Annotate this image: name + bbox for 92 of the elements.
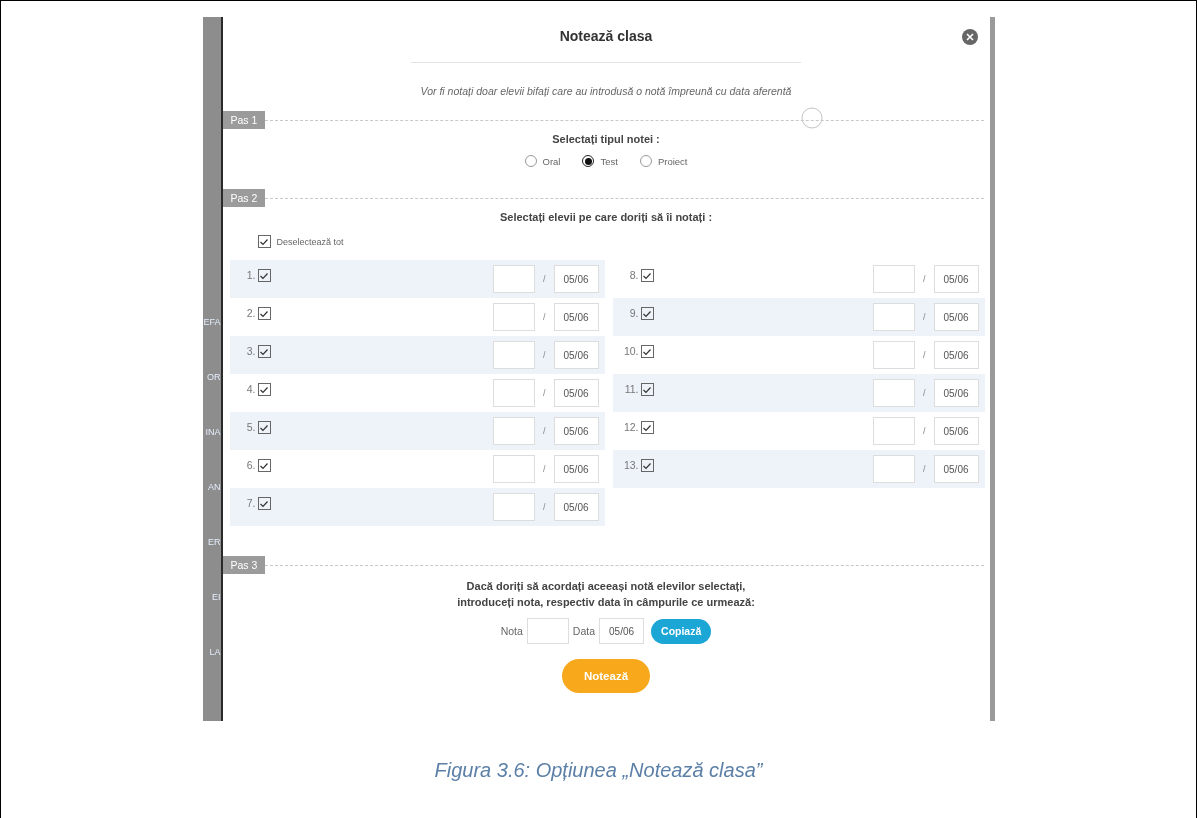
grade-field[interactable] [873,379,915,407]
grade-field[interactable] [873,341,915,369]
grade-field[interactable] [493,417,535,445]
student-number: 3. [245,345,256,357]
checkbox[interactable] [257,421,271,434]
student-number: 9. [628,307,639,319]
checkbox[interactable] [640,421,654,434]
info-text: Vor fi notați doar elevii bifați care au introdusă o notă împreună cu data aferentă [419,85,793,97]
section-heading: Selectați elevii pe care doriți să îi notați : [498,211,714,223]
field-label: Data [572,625,596,637]
separator-text: / [543,388,546,398]
separator-text: / [923,350,926,360]
date-field[interactable]: 05/06 [553,303,599,331]
student-number: 13. [622,459,639,471]
menu-text: AN [208,481,221,494]
close-icon[interactable] [961,29,978,45]
date-field[interactable]: 05/06 [933,341,979,369]
date-field[interactable]: 05/06 [933,417,979,445]
section-heading: Selectați tipul notei : [551,133,661,145]
student-number: 1. [245,269,256,281]
separator-text: / [543,350,546,360]
checkbox[interactable] [257,383,271,396]
checkbox[interactable] [257,459,271,472]
figure-caption: Figura 3.6: Opțiunea „Notează clasa” [434,759,763,782]
radio-option[interactable]: Test [582,155,618,167]
student-number: 2. [245,307,256,319]
date-field[interactable]: 05/06 [553,455,599,483]
separator-text: / [923,464,926,474]
date-field[interactable]: 05/06 [599,618,645,644]
date-field[interactable]: 05/06 [933,303,979,331]
checkbox[interactable] [640,269,654,282]
menu-text: EI [212,591,221,604]
step-tag: Pas 3 [222,556,266,574]
grade-field[interactable] [873,455,915,483]
student-number: 12. [622,421,639,433]
step-tag: Pas 1 [222,111,266,129]
separator-text: / [543,274,546,284]
grade-field[interactable] [873,417,915,445]
student-number: 6. [245,459,256,471]
date-field[interactable]: 05/06 [933,265,979,293]
student-number: 8. [628,269,639,281]
student-number: 5. [245,421,256,433]
student-number: 4. [245,383,256,395]
separator-text: / [543,502,546,512]
separator-text: / [923,388,926,398]
grade-field[interactable] [493,379,535,407]
step-tag: Pas 2 [222,189,266,207]
date-field[interactable]: 05/06 [553,493,599,521]
field-label: Nota [500,625,523,637]
checkbox-label[interactable]: Deselectează tot [276,236,344,247]
dialog-title: Notează clasa [559,28,653,46]
date-field[interactable]: 05/06 [933,379,979,407]
checkbox[interactable] [257,345,271,358]
checkbox[interactable] [640,383,654,396]
student-number: 10. [622,345,639,357]
separator-text: / [543,426,546,436]
separator-text: / [543,464,546,474]
menu-text: OR [207,371,221,384]
separator-text: / [923,426,926,436]
grade-field[interactable] [873,265,915,293]
student-number: 7. [245,497,256,509]
menu-text: ER [208,536,221,549]
grade-field[interactable] [493,455,535,483]
grade-field[interactable] [493,265,535,293]
grade-field[interactable] [493,341,535,369]
grade-field[interactable] [526,618,569,644]
checkbox[interactable] [640,307,654,320]
student-number: 11. [623,383,639,395]
separator-text: / [923,312,926,322]
grade-field[interactable] [493,303,535,331]
menu-text: INA [205,426,221,439]
separator-text: / [923,274,926,284]
checkbox[interactable] [640,345,654,358]
checkbox[interactable] [257,269,271,282]
checkbox[interactable] [640,459,654,472]
separator-text: / [543,312,546,322]
date-field[interactable]: 05/06 [553,341,599,369]
instruction-text: introduceți nota, respectiv data în câmpurile ce urmează: [456,595,756,610]
menu-text: EFA [203,316,221,329]
radio-option[interactable]: Oral [524,155,561,167]
date-field[interactable]: 05/06 [553,417,599,445]
date-field[interactable]: 05/06 [553,265,599,293]
checkbox[interactable] [257,235,271,248]
menu-text: LA [209,646,221,659]
grade-field[interactable] [493,493,535,521]
date-field[interactable]: 05/06 [933,455,979,483]
radio-option[interactable]: Proiect [639,155,688,167]
date-field[interactable]: 05/06 [553,379,599,407]
checkbox[interactable] [257,497,271,510]
instruction-text: Dacă doriți să acordați aceeași notă elevilor selectați, [465,579,747,594]
grade-field[interactable] [873,303,915,331]
checkbox[interactable] [257,307,271,320]
